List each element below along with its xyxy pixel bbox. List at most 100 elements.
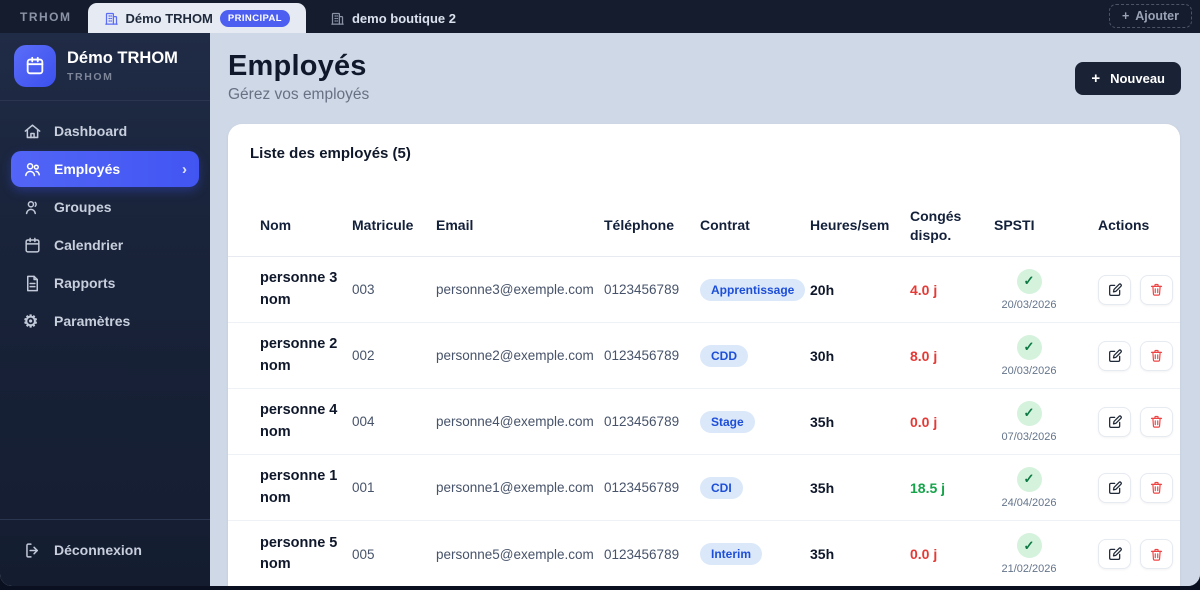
- employee-phone: 0123456789: [604, 414, 680, 429]
- employee-email: personne4@exemple.com: [436, 414, 594, 429]
- check-icon: ✓: [1016, 334, 1042, 360]
- table-row: personne 5 nom 005 personne5@exemple.com…: [228, 521, 1180, 586]
- contract-badge: Interim: [700, 543, 763, 565]
- check-icon: ✓: [1016, 533, 1042, 558]
- col-header-nom: Nom: [260, 217, 292, 234]
- delete-button[interactable]: [1140, 472, 1173, 503]
- tab-demo-trhom[interactable]: Démo TRHOM PRINCIPAL: [87, 3, 306, 33]
- brand-label: TRHOM: [20, 10, 72, 24]
- spsti-status: ✓ 20/03/2026: [994, 268, 1064, 311]
- plus-icon: +: [1091, 70, 1101, 87]
- add-store-button[interactable]: + Ajouter: [1108, 4, 1192, 28]
- employee-name: personne 2 nom: [260, 336, 338, 374]
- tab-label: Démo TRHOM: [125, 10, 213, 26]
- users-icon: [23, 160, 42, 179]
- sidebar-footer: Déconnexion: [0, 519, 210, 586]
- spsti-status: ✓ 24/04/2026: [994, 466, 1064, 509]
- employee-email: personne3@exemple.com: [436, 282, 594, 297]
- add-store-label: Ajouter: [1135, 9, 1179, 23]
- col-header-telephone: Téléphone: [604, 217, 675, 234]
- delete-button[interactable]: [1140, 539, 1173, 569]
- col-header-spsti: SPSTI: [994, 217, 1035, 234]
- table-body: personne 3 nom 003 personne3@exemple.com…: [228, 257, 1180, 586]
- employee-name: personne 3 nom: [260, 270, 338, 308]
- workspace-subtitle: TRHOM: [67, 71, 114, 83]
- list-title: Liste des employés (5): [250, 145, 411, 162]
- edit-button[interactable]: [1098, 406, 1131, 437]
- contract-badge: Apprentissage: [700, 278, 806, 301]
- edit-button[interactable]: [1098, 274, 1131, 305]
- contract-badge: CDI: [700, 476, 743, 499]
- plus-icon: +: [1121, 9, 1130, 23]
- check-icon: ✓: [1016, 400, 1042, 426]
- logout-label: Déconnexion: [54, 542, 142, 558]
- sidebar-item-groupes[interactable]: Groupes: [11, 189, 199, 225]
- check-icon: ✓: [1016, 268, 1042, 294]
- employee-matricule: 003: [352, 282, 375, 297]
- page-header: Employés Gérez vos employés + Nouveau: [210, 33, 1200, 120]
- page-subtitle: Gérez vos employés: [228, 86, 370, 103]
- sidebar-item-label: Groupes: [54, 199, 112, 215]
- new-employee-label: Nouveau: [1110, 71, 1165, 86]
- tab-label: demo boutique 2: [351, 10, 456, 26]
- col-header-email: Email: [436, 217, 474, 234]
- conges-value: 8.0 j: [910, 347, 938, 364]
- sidebar-item-label: Paramètres: [54, 313, 131, 329]
- conges-value: 0.0 j: [910, 413, 938, 430]
- home-icon: [23, 122, 42, 141]
- delete-button[interactable]: [1140, 406, 1173, 437]
- contract-badge: Stage: [700, 410, 755, 433]
- delete-button[interactable]: [1140, 340, 1173, 371]
- employee-name: personne 4 nom: [260, 402, 338, 440]
- tab-demo-boutique-2[interactable]: demo boutique 2: [314, 3, 472, 33]
- delete-button[interactable]: [1140, 274, 1173, 305]
- sidebar-item-calendrier[interactable]: Calendrier: [11, 227, 199, 263]
- spsti-date: 20/03/2026: [1001, 298, 1057, 311]
- edit-button[interactable]: [1098, 539, 1131, 569]
- sidebar-item-label: Dashboard: [54, 123, 128, 139]
- table-row: personne 3 nom 003 personne3@exemple.com…: [228, 257, 1180, 323]
- employee-phone: 0123456789: [604, 480, 680, 495]
- employee-phone: 0123456789: [604, 348, 680, 363]
- employee-matricule: 004: [352, 414, 375, 429]
- table-row: personne 1 nom 001 personne1@exemple.com…: [228, 455, 1180, 521]
- col-header-matricule: Matricule: [352, 217, 414, 234]
- gear-icon: ⚙: [23, 311, 39, 331]
- employee-list-card: Liste des employés (5) Nom Matricule Ema…: [228, 124, 1180, 586]
- table-row: personne 2 nom 002 personne2@exemple.com…: [228, 323, 1180, 389]
- sidebar-item-parametres[interactable]: ⚙ Paramètres: [11, 303, 199, 339]
- sidebar-item-label: Employés: [54, 161, 121, 177]
- spsti-status: ✓ 07/03/2026: [994, 400, 1064, 443]
- employee-hours: 35h: [810, 413, 835, 430]
- employee-hours: 20h: [810, 281, 835, 298]
- check-icon: ✓: [1016, 466, 1042, 492]
- employee-matricule: 005: [352, 546, 375, 562]
- col-header-conges: Congés dispo.: [910, 207, 962, 243]
- building-icon: [104, 11, 119, 26]
- app-window: TRHOM Démo TRHOM PRINCIPAL demo boutique…: [0, 0, 1200, 586]
- logout-icon: [23, 541, 42, 560]
- conges-value: 18.5 j: [910, 479, 946, 496]
- sidebar-item-rapports[interactable]: Rapports: [11, 265, 199, 301]
- edit-button[interactable]: [1098, 472, 1131, 503]
- sidebar-item-label: Calendrier: [54, 237, 124, 253]
- workspace-title: Démo TRHOM: [67, 49, 178, 67]
- workspace-header[interactable]: Démo TRHOM TRHOM: [0, 33, 210, 101]
- sidebar-item-dashboard[interactable]: Dashboard: [11, 113, 199, 149]
- col-header-heures: Heures/sem: [810, 217, 890, 234]
- logout-button[interactable]: Déconnexion: [11, 532, 199, 568]
- spsti-date: 07/03/2026: [1001, 430, 1057, 443]
- employee-matricule: 001: [352, 480, 375, 495]
- conges-value: 4.0 j: [910, 281, 938, 298]
- document-icon: [23, 274, 42, 293]
- edit-button[interactable]: [1098, 340, 1131, 371]
- spsti-status: ✓ 21/02/2026: [994, 533, 1064, 575]
- contract-badge: CDD: [700, 344, 748, 367]
- new-employee-button[interactable]: + Nouveau: [1075, 62, 1181, 95]
- sidebar-item-employes[interactable]: Employés ›: [11, 151, 199, 187]
- employee-phone: 0123456789: [604, 282, 680, 297]
- spsti-date: 21/02/2026: [1001, 563, 1057, 575]
- employee-phone: 0123456789: [604, 546, 680, 562]
- table-row: personne 4 nom 004 personne4@exemple.com…: [228, 389, 1180, 455]
- spsti-date: 20/03/2026: [1001, 364, 1057, 377]
